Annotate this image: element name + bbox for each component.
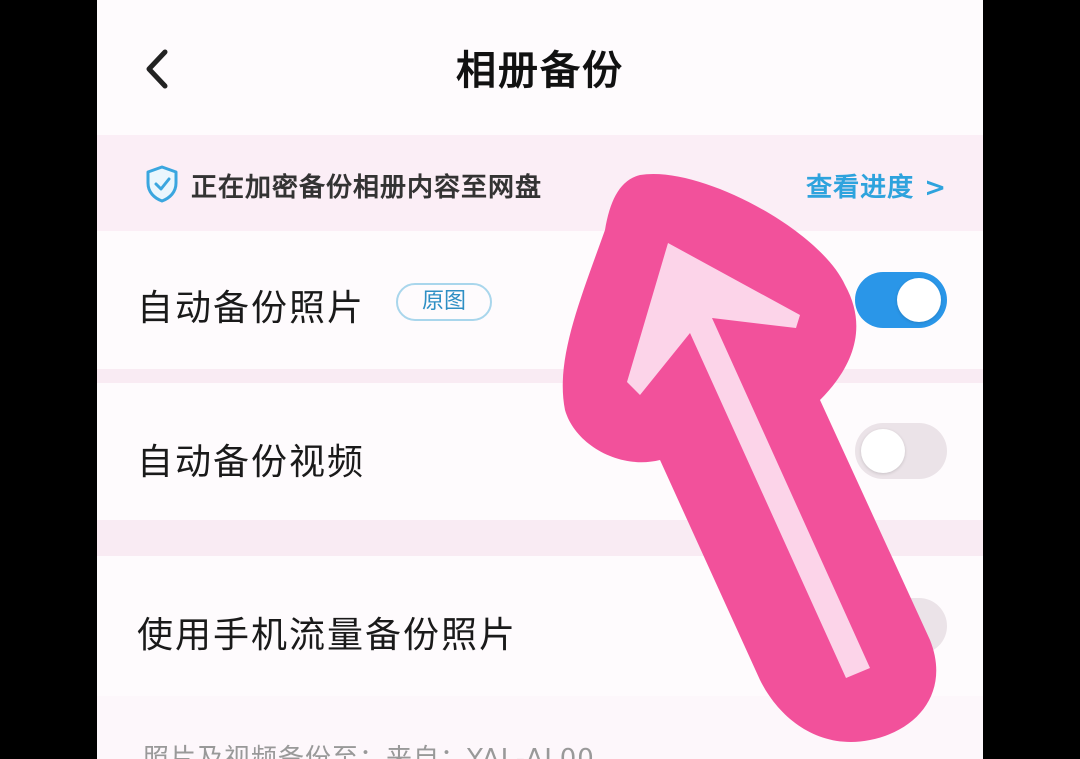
toggle-knob [861, 429, 905, 473]
auto-backup-photos-label: 自动备份照片 [137, 288, 366, 329]
shield-check-icon [146, 165, 178, 203]
mobile-data-backup-toggle[interactable] [855, 598, 947, 654]
section-divider [97, 520, 983, 556]
header-bar: 相册备份 [97, 0, 983, 135]
view-progress-link[interactable]: 查看进度 > [806, 167, 947, 204]
page-title: 相册备份 [456, 48, 624, 94]
app-screen: 相册备份 正在加密备份相册内容至网盘 查看进度 > 自动备份照片 原图 自动备份… [97, 0, 983, 759]
mobile-data-backup-label: 使用手机流量备份照片 [137, 615, 518, 656]
auto-backup-videos-label: 自动备份视频 [137, 442, 366, 483]
auto-backup-videos-toggle[interactable] [855, 423, 947, 479]
mobile-data-backup-row[interactable]: 使用手机流量备份照片 [97, 556, 983, 696]
auto-backup-photos-toggle[interactable] [855, 272, 947, 328]
original-quality-chip[interactable]: 原图 [396, 283, 492, 321]
toggle-knob [897, 278, 941, 322]
section-divider [97, 369, 983, 383]
toggle-knob [861, 604, 905, 648]
banner-text: 正在加密备份相册内容至网盘 [191, 173, 543, 203]
auto-backup-photos-row[interactable]: 自动备份照片 原图 [97, 231, 983, 369]
backup-destination-note: 照片及视频备份至：来自：YAL-AL00 [143, 744, 595, 759]
auto-backup-videos-row[interactable]: 自动备份视频 [97, 383, 983, 520]
backup-status-banner: 正在加密备份相册内容至网盘 查看进度 > [97, 135, 983, 231]
